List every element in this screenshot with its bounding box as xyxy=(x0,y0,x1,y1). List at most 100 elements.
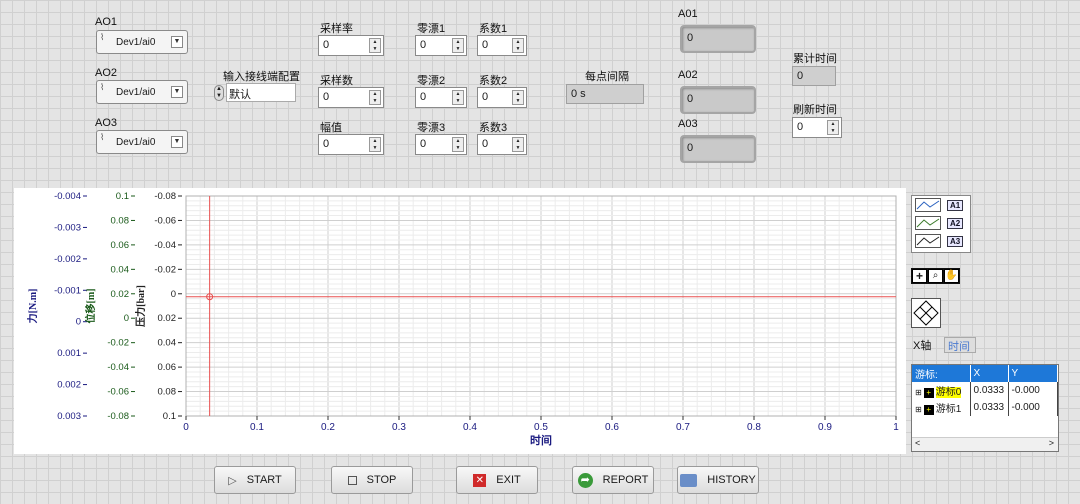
expand-icon[interactable]: ⊞ xyxy=(915,405,922,414)
stepper-icon[interactable]: ▲ ▼ xyxy=(369,90,381,105)
x-axis-label: X轴 xyxy=(913,340,932,352)
legend-item-a3[interactable]: A3 xyxy=(912,232,970,250)
y-tick-label: -0.004 xyxy=(54,191,81,202)
y-tick-label: -0.002 xyxy=(54,254,81,265)
report-button[interactable]: ➦ REPORT xyxy=(572,466,654,494)
cursor-move-icon[interactable]: + xyxy=(912,269,927,283)
y-tick-label: 0.003 xyxy=(57,411,81,422)
input-config-value: 默认 xyxy=(226,83,296,102)
y-axis-title: 位移[m] xyxy=(84,289,97,324)
amplitude-input[interactable]: 0 ▲ ▼ xyxy=(318,134,384,155)
x-axis-format-button[interactable]: 时间 xyxy=(944,337,976,353)
zoom-icon[interactable]: ⌕ xyxy=(928,269,943,283)
coefficient-1-label: 系数1 xyxy=(479,23,508,35)
coefficient-1-value: 0 xyxy=(482,39,489,51)
start-button[interactable]: ▷ START xyxy=(214,466,296,494)
y-axis-title: 力[N.m] xyxy=(26,289,39,324)
close-icon: ✕ xyxy=(473,473,487,487)
stepper-icon[interactable]: ▲ ▼ xyxy=(369,137,381,152)
coefficient-3-label: 系数3 xyxy=(479,122,508,134)
zero-drift-3-input[interactable]: 0 ▲ ▼ xyxy=(415,134,467,155)
chevron-down-icon[interactable]: ▼ xyxy=(171,36,183,48)
y-tick-label: -0.08 xyxy=(107,411,129,422)
legend-item-a1[interactable]: A1 xyxy=(912,196,970,214)
history-button[interactable]: HISTORY xyxy=(677,466,759,494)
stepper-icon[interactable]: ▲ ▼ xyxy=(512,38,524,53)
coefficient-3-input[interactable]: 0 ▲ ▼ xyxy=(477,134,527,155)
stepper-icon[interactable]: ▲ ▼ xyxy=(512,90,524,105)
horizontal-scrollbar[interactable]: < > xyxy=(912,437,1058,451)
waveform-chart[interactable]: 0 0.1 0.2 0.3 0.4 0.5 0.6 0.7 0.8 0.9 1 时间 -0.004 -0.… xyxy=(14,188,906,454)
folder-icon xyxy=(680,473,698,487)
x-tick-label: 0.6 xyxy=(605,422,619,433)
exit-label: EXIT xyxy=(496,474,521,486)
sample-count-input[interactable]: 0 ▲ ▼ xyxy=(318,87,384,108)
zero-drift-2-input[interactable]: 0 ▲ ▼ xyxy=(415,87,467,108)
exit-button[interactable]: ✕ EXIT xyxy=(456,466,538,494)
cursor-mover-icon[interactable] xyxy=(911,298,941,328)
y-tick-label: 0.06 xyxy=(158,362,177,373)
expand-icon[interactable]: ⊞ xyxy=(915,388,922,397)
sample-rate-input[interactable]: 0 ▲ ▼ xyxy=(318,35,384,56)
ao1-channel-select[interactable]: ⌇ Dev1/ai0 ▼ xyxy=(96,30,188,54)
pan-hand-icon[interactable]: ✋ xyxy=(944,269,959,283)
zero-drift-1-label: 零漂1 xyxy=(417,23,446,35)
y-tick-label: 0 xyxy=(76,317,81,328)
zero-drift-2-label: 零漂2 xyxy=(417,75,446,87)
legend-name: A2 xyxy=(947,217,964,229)
coefficient-2-input[interactable]: 0 ▲ ▼ xyxy=(477,87,527,108)
cursor-row-1[interactable]: ⊞ + 游标1 0.0333 -0.000 xyxy=(912,399,1058,416)
zero-drift-1-input[interactable]: 0 ▲ ▼ xyxy=(415,35,467,56)
ao3-label: AO3 xyxy=(95,117,118,129)
zero-drift-2-value: 0 xyxy=(420,91,427,103)
stepper-icon[interactable]: ▲ ▼ xyxy=(452,38,464,53)
y-tick-label: 0.02 xyxy=(111,289,130,300)
chevron-down-icon[interactable]: ▼ xyxy=(171,86,183,98)
crosshair-icon: + xyxy=(923,405,934,415)
ao3-channel-select[interactable]: ⌇ Dev1/ai0 ▼ xyxy=(96,130,188,154)
cursor-name: 游标1 xyxy=(935,404,962,415)
sample-count-label: 采样数 xyxy=(320,75,353,87)
stepper-icon[interactable]: ▲ ▼ xyxy=(512,137,524,152)
a02-label: A02 xyxy=(678,69,698,81)
ring-stepper-icon[interactable]: ▲ ▼ xyxy=(214,85,224,101)
io-channel-icon: ⌇ xyxy=(100,132,105,142)
y-axis-title: 压力[bar] xyxy=(134,285,147,327)
refresh-time-input[interactable]: 0 ▲ ▼ xyxy=(792,117,842,138)
crosshair-icon: + xyxy=(923,388,934,398)
stop-button[interactable]: STOP xyxy=(331,466,413,494)
a03-indicator: 0 xyxy=(680,135,756,163)
ao2-channel-value: Dev1/ai0 xyxy=(116,86,156,98)
cursor-legend[interactable]: 游标: X Y ⊞ + 游标0 0.0333 -0.000 ⊞ + 游标1 0.0333… xyxy=(911,364,1059,452)
interval-label: 每点间隔 xyxy=(585,71,629,83)
cumulative-time-label: 累计时间 xyxy=(793,53,837,65)
y-tick-label: 0 xyxy=(124,313,129,324)
ao2-channel-select[interactable]: ⌇ Dev1/ai0 ▼ xyxy=(96,80,188,104)
amplitude-label: 幅值 xyxy=(320,122,342,134)
interval-indicator: 0 s xyxy=(566,84,644,104)
a02-indicator: 0 xyxy=(680,86,756,114)
input-config-ring[interactable]: ▲ ▼ 默认 xyxy=(214,83,296,102)
y-tick-label: -0.02 xyxy=(154,264,176,275)
chart-svg: 0 0.1 0.2 0.3 0.4 0.5 0.6 0.7 0.8 0.9 1 时间 -0.004 -0.… xyxy=(26,191,899,447)
stepper-icon[interactable]: ▲ ▼ xyxy=(827,120,839,135)
y-tick-label: 0.08 xyxy=(111,215,130,226)
a01-indicator: 0 xyxy=(680,25,756,53)
stepper-icon[interactable]: ▲ ▼ xyxy=(452,90,464,105)
play-icon: ▷ xyxy=(228,474,237,487)
stepper-icon[interactable]: ▲ ▼ xyxy=(452,137,464,152)
cursor-row-0[interactable]: ⊞ + 游标0 0.0333 -0.000 xyxy=(912,382,1058,399)
chevron-down-icon[interactable]: ▼ xyxy=(171,136,183,148)
stepper-icon[interactable]: ▲ ▼ xyxy=(369,38,381,53)
legend-item-a2[interactable]: A2 xyxy=(912,214,970,232)
y-tick-label: -0.04 xyxy=(154,240,176,251)
scroll-left-icon[interactable]: < xyxy=(915,438,920,448)
refresh-time-value: 0 xyxy=(797,121,804,133)
y-tick-label: 0.002 xyxy=(57,380,81,391)
y-tick-label: 0.02 xyxy=(158,313,177,324)
plot-legend[interactable]: A1 A2 A3 xyxy=(911,195,971,253)
x-tick-label: 0.1 xyxy=(250,422,264,433)
cursor-name-cell: ⊞ + 游标0 xyxy=(912,382,971,399)
scroll-right-icon[interactable]: > xyxy=(1049,438,1054,448)
coefficient-1-input[interactable]: 0 ▲ ▼ xyxy=(477,35,527,56)
